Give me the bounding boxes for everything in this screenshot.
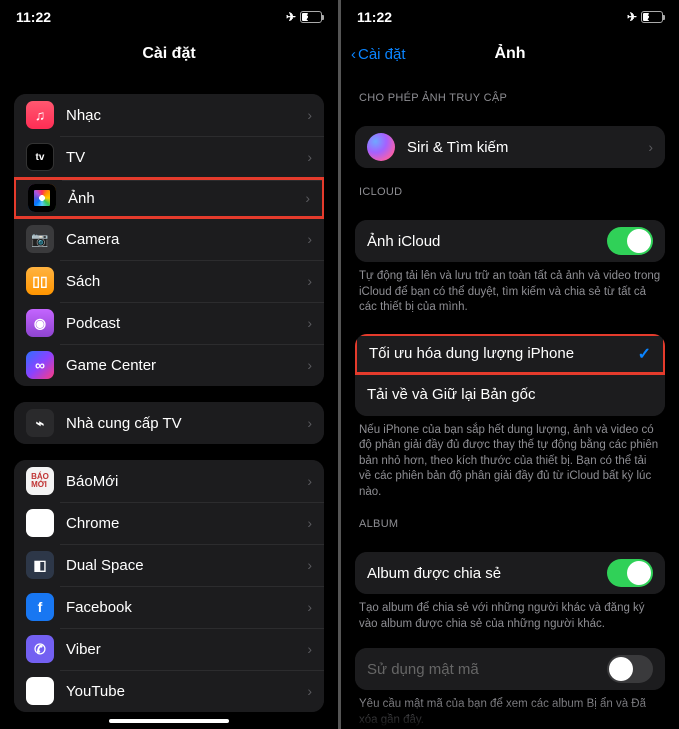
row-label: Sử dụng mật mã xyxy=(367,661,595,678)
facebook-icon: f xyxy=(26,593,54,621)
section-footer: Tự động tải lên và lưu trữ an toàn tất c… xyxy=(355,262,665,316)
back-label: Cài đặt xyxy=(358,46,406,63)
row-label: Nhà cung cấp TV xyxy=(66,415,295,432)
row-label: Camera xyxy=(66,231,295,248)
chevron-right-icon: › xyxy=(307,415,312,431)
chevron-right-icon: › xyxy=(307,683,312,699)
back-button[interactable]: ‹ Cài đặt xyxy=(351,46,406,63)
download-originals-row[interactable]: Tải về và Giữ lại Bản gốc xyxy=(355,374,665,416)
chrome-icon: ◉ xyxy=(26,509,54,537)
row-label: Nhạc xyxy=(66,107,295,124)
settings-row-yt[interactable]: ▶ YouTube › xyxy=(14,670,324,712)
chevron-right-icon: › xyxy=(307,473,312,489)
chevron-right-icon: › xyxy=(307,107,312,123)
podcast-icon: ◉ xyxy=(26,309,54,337)
status-time: 11:22 xyxy=(16,9,51,25)
siri-search-row[interactable]: Siri & Tìm kiếm › xyxy=(355,126,665,168)
youtube-icon: ▶ xyxy=(26,677,54,705)
section-footer: Yêu cầu mật mã của bạn để xem các album … xyxy=(355,690,665,728)
siri-icon xyxy=(367,133,395,161)
home-indicator[interactable] xyxy=(109,719,229,723)
dualspace-icon: ◧ xyxy=(26,551,54,579)
settings-row-tvprov[interactable]: ⌁ Nhà cung cấp TV › xyxy=(14,402,324,444)
row-label: Facebook xyxy=(66,599,295,616)
battery-icon: 27 xyxy=(641,11,663,23)
chevron-right-icon: › xyxy=(648,139,653,155)
row-label: Tối ưu hóa dung lượng iPhone xyxy=(369,345,626,362)
gamecenter-icon: ∞ xyxy=(26,351,54,379)
chevron-right-icon: › xyxy=(307,515,312,531)
row-label: Viber xyxy=(66,641,295,658)
row-label: Sách xyxy=(66,273,295,290)
settings-row-nhac[interactable]: ♫ Nhạc › xyxy=(14,94,324,136)
settings-row-chrome[interactable]: ◉ Chrome › xyxy=(14,502,324,544)
row-label: Siri & Tìm kiếm xyxy=(407,139,636,156)
chevron-left-icon: ‹ xyxy=(351,46,356,63)
tv-icon: tv xyxy=(26,143,54,171)
photos-settings-screen: 11:22 ✈ 27 ‹ Cài đặt Ảnh CHO PHÉP ẢNH TR… xyxy=(341,0,679,729)
row-label: Ảnh iCloud xyxy=(367,233,595,250)
books-icon: ▯▯ xyxy=(26,267,54,295)
row-label: Ảnh xyxy=(68,190,293,207)
status-bar: 11:22 ✈ 27 xyxy=(0,0,338,34)
section-header-album: ALBUM xyxy=(355,500,665,536)
optimize-storage-row[interactable]: Tối ưu hóa dung lượng iPhone ✓ xyxy=(355,334,665,375)
nav-header: Cài đặt xyxy=(0,34,338,74)
settings-row-podcast[interactable]: ◉ Podcast › xyxy=(14,302,324,344)
row-label: Podcast xyxy=(66,315,295,332)
chevron-right-icon: › xyxy=(307,273,312,289)
settings-row-dual[interactable]: ◧ Dual Space › xyxy=(14,544,324,586)
toggle-switch[interactable] xyxy=(607,655,653,683)
row-label: Dual Space xyxy=(66,557,295,574)
camera-icon: 📷 xyxy=(26,225,54,253)
section-header-access: CHO PHÉP ẢNH TRUY CẬP xyxy=(355,74,665,110)
section-footer: Tạo album để chia sẻ với những người khá… xyxy=(355,594,665,632)
settings-row-viber[interactable]: ✆ Viber › xyxy=(14,628,324,670)
status-bar: 11:22 ✈ 27 xyxy=(341,0,679,34)
page-title: Ảnh xyxy=(494,45,525,63)
settings-row-tv[interactable]: tv TV › xyxy=(14,136,324,178)
settings-row-camera[interactable]: 📷 Camera › xyxy=(14,218,324,260)
music-icon: ♫ xyxy=(26,101,54,129)
icloud-photos-toggle-row[interactable]: Ảnh iCloud xyxy=(355,220,665,262)
page-title: Cài đặt xyxy=(142,45,195,63)
row-label: Chrome xyxy=(66,515,295,532)
chevron-right-icon: › xyxy=(307,599,312,615)
photos-icon xyxy=(28,184,56,212)
nav-header: ‹ Cài đặt Ảnh xyxy=(341,34,679,74)
shared-albums-toggle-row[interactable]: Album được chia sẻ xyxy=(355,552,665,594)
toggle-switch[interactable] xyxy=(607,227,653,255)
airplane-icon: ✈ xyxy=(627,10,637,24)
settings-row-sach[interactable]: ▯▯ Sách › xyxy=(14,260,324,302)
row-label: Tải về và Giữ lại Bản gốc xyxy=(367,386,653,403)
chevron-right-icon: › xyxy=(307,149,312,165)
row-label: BáoMới xyxy=(66,473,295,490)
row-label: TV xyxy=(66,149,295,166)
airplane-icon: ✈ xyxy=(286,10,296,24)
status-time: 11:22 xyxy=(357,9,392,25)
row-label: YouTube xyxy=(66,683,295,700)
row-label: Game Center xyxy=(66,357,295,374)
checkmark-icon: ✓ xyxy=(638,344,651,364)
chevron-right-icon: › xyxy=(307,641,312,657)
row-label: Album được chia sẻ xyxy=(367,565,595,582)
chevron-right-icon: › xyxy=(305,190,310,206)
settings-row-baomoi[interactable]: BÁO MỚI BáoMới › xyxy=(14,460,324,502)
settings-row-gc[interactable]: ∞ Game Center › xyxy=(14,344,324,386)
settings-screen: 11:22 ✈ 27 Cài đặt ♫ Nhạc › tv TV › Ảnh › 📷 Camer… xyxy=(0,0,338,729)
viber-icon: ✆ xyxy=(26,635,54,663)
battery-icon: 27 xyxy=(300,11,322,23)
chevron-right-icon: › xyxy=(307,557,312,573)
settings-row-fb[interactable]: f Facebook › xyxy=(14,586,324,628)
baomoi-icon: BÁO MỚI xyxy=(26,467,54,495)
section-footer: Nếu iPhone của bạn sắp hết dung lượng, ả… xyxy=(355,416,665,501)
use-passcode-toggle-row[interactable]: Sử dụng mật mã xyxy=(355,648,665,690)
chevron-right-icon: › xyxy=(307,315,312,331)
chevron-right-icon: › xyxy=(307,231,312,247)
tvprovider-icon: ⌁ xyxy=(26,409,54,437)
settings-row-anh[interactable]: Ảnh › xyxy=(14,177,324,219)
toggle-switch[interactable] xyxy=(607,559,653,587)
chevron-right-icon: › xyxy=(307,357,312,373)
section-header-icloud: ICLOUD xyxy=(355,168,665,204)
